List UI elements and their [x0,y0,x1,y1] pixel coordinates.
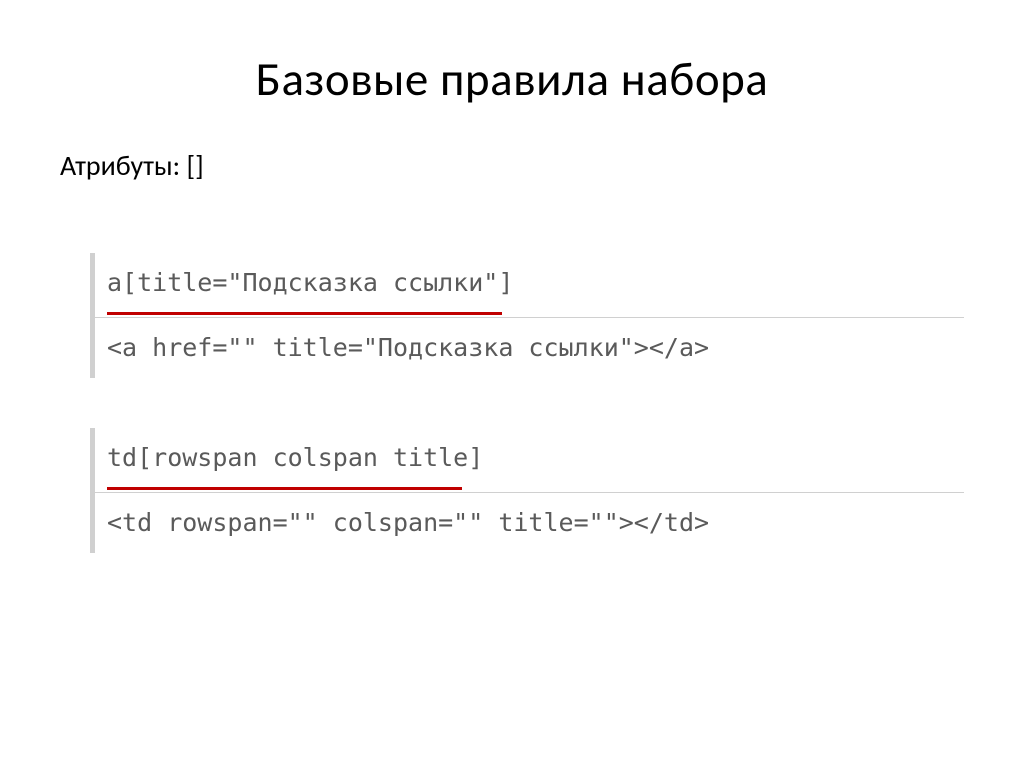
slide-title: Базовые правила набора [60,50,964,108]
slide: Базовые правила набора Атрибуты: [] a[ti… [0,0,1024,553]
code-source: td[rowspan colspan title] [95,428,964,493]
code-block: a[title="Подсказка ссылки"] <a href="" t… [90,253,964,378]
code-examples: a[title="Подсказка ссылки"] <a href="" t… [90,253,964,553]
code-source: a[title="Подсказка ссылки"] [95,253,964,318]
code-result: <td rowspan="" colspan="" title=""></td> [95,493,964,553]
code-block: td[rowspan colspan title] <td rowspan=""… [90,428,964,553]
slide-subtitle: Атрибуты: [] [60,148,964,183]
code-result: <a href="" title="Подсказка ссылки"></a> [95,318,964,378]
